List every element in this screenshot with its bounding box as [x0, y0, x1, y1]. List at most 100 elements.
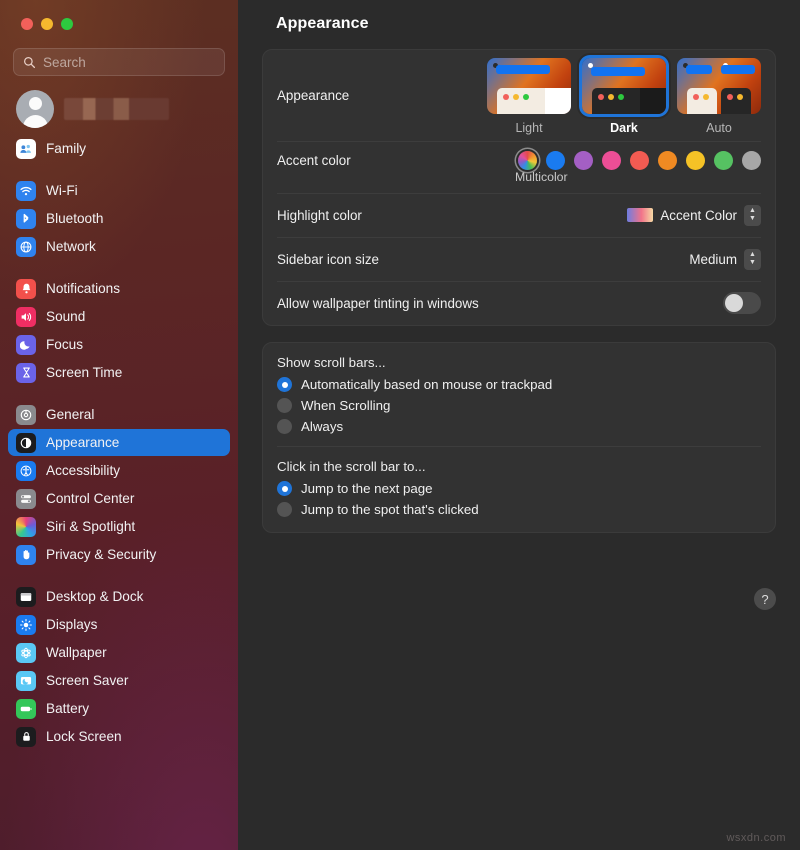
brightness-icon [16, 615, 36, 635]
appearance-option-light[interactable]: Light [487, 58, 571, 135]
sidebar: Search Family [0, 0, 238, 850]
battery-icon [16, 699, 36, 719]
accent-color-label: Accent color [277, 153, 518, 168]
click-scroll-option-next-page[interactable]: Jump to the next page [277, 478, 761, 499]
swatch-graphite[interactable] [742, 151, 761, 170]
swatch-yellow[interactable] [686, 151, 705, 170]
sidebar-item-label: Network [46, 239, 96, 254]
minimize-button[interactable] [41, 18, 53, 30]
swatch-red[interactable] [630, 151, 649, 170]
swatch-multicolor[interactable] [518, 151, 537, 170]
highlight-color-label: Highlight color [277, 208, 627, 223]
system-settings-window: Search Family [0, 0, 800, 850]
lock-icon [16, 727, 36, 747]
sidebar-item-siri-spotlight[interactable]: Siri & Spotlight [8, 513, 230, 540]
hand-icon [16, 545, 36, 565]
swatch-orange[interactable] [658, 151, 677, 170]
traffic-lights [8, 0, 230, 30]
highlight-color-chip [627, 208, 653, 222]
content-pane: Appearance Appearance [238, 0, 800, 850]
siri-icon [16, 517, 36, 537]
sidebar-item-desktop-dock[interactable]: Desktop & Dock [8, 583, 230, 610]
scroll-bars-option-when-scrolling[interactable]: When Scrolling [277, 395, 761, 416]
sidebar-item-lock-screen[interactable]: Lock Screen [8, 723, 230, 750]
sidebar-item-control-center[interactable]: Control Center [8, 485, 230, 512]
wallpaper-tinting-toggle[interactable] [723, 292, 761, 314]
sidebar-item-bluetooth[interactable]: Bluetooth [8, 205, 230, 232]
sidebar-item-screen-time[interactable]: Screen Time [8, 359, 230, 386]
sidebar-item-label: Lock Screen [46, 729, 122, 744]
sidebar-item-label: Desktop & Dock [46, 589, 143, 604]
sidebar-item-notifications[interactable]: Notifications [8, 275, 230, 302]
sidebar-icon-size-value: Medium [689, 252, 737, 267]
appearance-mode-options: Light Dark [487, 50, 761, 141]
dark-thumbnail [582, 58, 666, 114]
radio-label: Jump to the spot that's clicked [301, 502, 479, 517]
window-icon [16, 587, 36, 607]
search-input[interactable]: Search [13, 48, 225, 76]
sidebar-item-screen-saver[interactable]: Screen Saver [8, 667, 230, 694]
sidebar-item-focus[interactable]: Focus [8, 331, 230, 358]
sidebar-item-family[interactable]: Family [8, 135, 230, 162]
sidebar-item-label: General [46, 407, 94, 422]
bluetooth-icon [16, 209, 36, 229]
appearance-settings-card: Appearance Light [262, 49, 776, 326]
sidebar-item-displays[interactable]: Displays [8, 611, 230, 638]
appearance-option-auto[interactable]: Auto [677, 58, 761, 135]
sidebar-item-label: Appearance [46, 435, 119, 450]
close-button[interactable] [21, 18, 33, 30]
sidebar-item-label: Displays [46, 617, 97, 632]
swatch-purple[interactable] [574, 151, 593, 170]
radio-icon [277, 502, 292, 517]
click-scroll-option-spot-clicked[interactable]: Jump to the spot that's clicked [277, 499, 761, 520]
account-row[interactable] [8, 76, 230, 134]
sidebar-item-wifi[interactable]: Wi-Fi [8, 177, 230, 204]
sidebar-item-label: Sound [46, 309, 85, 324]
chevron-updown-icon[interactable]: ▲▼ [744, 249, 761, 270]
sidebar-item-battery[interactable]: Battery [8, 695, 230, 722]
swatch-green[interactable] [714, 151, 733, 170]
appearance-option-label: Light [487, 121, 571, 135]
radio-label: Automatically based on mouse or trackpad [301, 377, 552, 392]
swatch-pink[interactable] [602, 151, 621, 170]
sidebar-item-label: Family [46, 141, 86, 156]
swatch-blue[interactable] [546, 151, 565, 170]
sidebar-item-label: Battery [46, 701, 89, 716]
page-title: Appearance [262, 0, 776, 33]
sidebar-item-network[interactable]: Network [8, 233, 230, 260]
scroll-bars-option-automatic[interactable]: Automatically based on mouse or trackpad [277, 374, 761, 395]
hourglass-icon [16, 363, 36, 383]
contrast-icon [16, 433, 36, 453]
radio-icon [277, 377, 292, 392]
wifi-icon [16, 181, 36, 201]
accent-color-swatches [518, 151, 761, 170]
appearance-option-dark[interactable]: Dark [582, 58, 666, 135]
light-thumbnail [487, 58, 571, 114]
help-button[interactable]: ? [754, 588, 776, 610]
gear-icon [16, 405, 36, 425]
sidebar-item-privacy-security[interactable]: Privacy & Security [8, 541, 230, 568]
maximize-button[interactable] [61, 18, 73, 30]
scroll-bars-card: Show scroll bars... Automatically based … [262, 342, 776, 533]
chevron-updown-icon[interactable]: ▲▼ [744, 205, 761, 226]
accessibility-icon [16, 461, 36, 481]
avatar [16, 90, 54, 128]
bell-icon [16, 279, 36, 299]
scroll-bars-option-always[interactable]: Always [277, 416, 761, 437]
show-scroll-bars-heading: Show scroll bars... [277, 343, 761, 374]
radio-icon [277, 481, 292, 496]
search-icon [23, 56, 36, 69]
accent-color-row: Accent color Multicolor [277, 141, 761, 193]
sidebar-item-label: Screen Time [46, 365, 122, 380]
sidebar-item-label: Wallpaper [46, 645, 107, 660]
sidebar-item-sound[interactable]: Sound [8, 303, 230, 330]
sidebar-item-label: Accessibility [46, 463, 120, 478]
sidebar-icon-size-row[interactable]: Sidebar icon size Medium ▲▼ [277, 237, 761, 281]
radio-label: When Scrolling [301, 398, 390, 413]
sidebar-item-appearance[interactable]: Appearance [8, 429, 230, 456]
sidebar-item-label: Privacy & Security [46, 547, 156, 562]
sidebar-item-wallpaper[interactable]: Wallpaper [8, 639, 230, 666]
sidebar-item-general[interactable]: General [8, 401, 230, 428]
highlight-color-row[interactable]: Highlight color Accent Color ▲▼ [277, 193, 761, 237]
sidebar-item-accessibility[interactable]: Accessibility [8, 457, 230, 484]
